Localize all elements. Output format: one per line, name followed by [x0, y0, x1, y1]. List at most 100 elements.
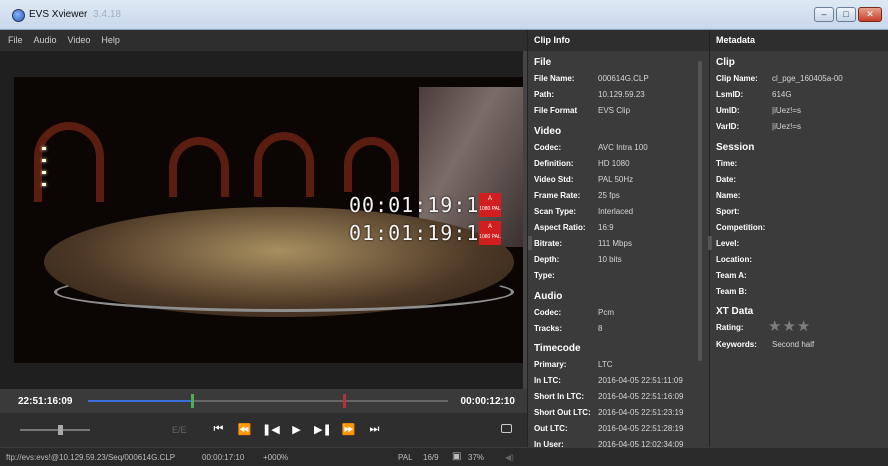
menu-video[interactable]: Video — [68, 30, 91, 51]
video-frame[interactable]: 00:01:19:12 01:01:19:12 A 1080 PAL A 108… — [14, 77, 523, 363]
status-bar: ftp://evs:evs!@10.129.59.23/Seq/000614G.… — [0, 447, 888, 466]
stage-light — [42, 171, 46, 174]
step-forward-icon[interactable]: ▶❚ — [314, 423, 332, 436]
team-b-label: Team B: — [716, 287, 747, 296]
transport-bar: E/E ⏮ ⏪ ❚◀ ▶ ▶❚ ⏩ ⏭ — [0, 413, 527, 447]
star-icon[interactable]: ★ — [782, 317, 796, 335]
depth-value: 10 bits — [598, 255, 622, 264]
clip-section-title: Clip — [716, 57, 735, 68]
status-aspect: 16/9 — [423, 453, 439, 462]
audio-section-title: Audio — [534, 291, 563, 302]
format-badge-2: A 1080 PAL — [479, 221, 501, 245]
mark-marker[interactable] — [343, 394, 346, 408]
audio-codec-label: Codec: — [534, 308, 562, 317]
sport-label: Sport: — [716, 207, 740, 216]
tracks-label: Tracks: — [534, 324, 563, 333]
fit-to-window-icon[interactable]: ▣ — [452, 451, 461, 462]
varid-label: VarID: — [716, 122, 740, 131]
codec-label: Codec: — [534, 143, 562, 152]
file-name-label: File Name: — [534, 74, 575, 83]
status-time: 00:00:17:10 — [202, 453, 245, 462]
bitrate-label: Bitrate: — [534, 239, 563, 248]
stage-light — [42, 147, 46, 150]
file-section-title: File — [534, 57, 552, 68]
window-title: EVS Xviewer 3.4.18 — [29, 9, 121, 20]
stage-arch-mid — [254, 132, 314, 197]
badge-letter: A — [487, 224, 492, 230]
type-label: Type: — [534, 271, 555, 280]
timecode-overlay-2: 01:01:19:12 — [349, 221, 493, 245]
aspect-ratio-value: 16:9 — [598, 223, 614, 232]
session-section-title: Session — [716, 142, 755, 153]
file-name-value: 000614G.CLP — [598, 74, 649, 83]
stage-light — [42, 183, 46, 186]
star-icon[interactable]: ★ — [797, 317, 811, 335]
clip-info-title: Clip Info — [528, 30, 709, 51]
codec-value: AVC Intra 100 — [598, 143, 648, 152]
short-out-ltc-label: Short Out LTC: — [534, 408, 591, 417]
scan-type-value: Interlaced — [598, 207, 634, 216]
badge-letter: A — [487, 196, 492, 202]
file-format-value: EVS Clip — [598, 106, 631, 115]
depth-label: Depth: — [534, 255, 560, 264]
playhead-handle[interactable] — [191, 394, 195, 408]
metadata-title: Metadata — [710, 30, 888, 51]
status-format: PAL — [398, 453, 413, 462]
definition-label: Definition: — [534, 159, 574, 168]
audio-mute-icon[interactable]: ◀) — [505, 453, 514, 462]
clip-duration: 00:00:12:10 — [460, 396, 515, 407]
clip-info-panel: Clip Info File File Name: 000614G.CLP Pa… — [527, 30, 709, 449]
fast-forward-icon[interactable]: ⏩ — [340, 423, 357, 436]
maximize-button[interactable]: □ — [836, 7, 856, 22]
path-value: 10.129.59.23 — [598, 90, 645, 99]
menu-bar: File Audio Video Help — [0, 30, 527, 51]
volume-slider[interactable] — [20, 425, 90, 435]
star-icon[interactable]: ★ — [768, 317, 782, 335]
timeline-played — [88, 400, 193, 402]
video-std-label: Video Std: — [534, 175, 574, 184]
team-a-label: Team A: — [716, 271, 747, 280]
out-ltc-value: 2016-04-05 22:51:28:19 — [598, 424, 684, 433]
menu-file[interactable]: File — [8, 30, 23, 51]
minimize-button[interactable]: – — [814, 7, 834, 22]
title-bar: EVS Xviewer 3.4.18 – □ ✕ — [0, 0, 888, 30]
play-icon[interactable]: ▶ — [288, 423, 305, 436]
app-name: EVS Xviewer — [29, 9, 88, 20]
rating-stars[interactable]: ★★★ — [768, 317, 811, 335]
rewind-icon[interactable]: ⏪ — [236, 423, 253, 436]
menu-help[interactable]: Help — [101, 30, 120, 51]
primary-label: Primary: — [534, 360, 567, 369]
metadata-panel: Metadata Clip Clip Name: cl_pge_160405a-… — [708, 30, 888, 447]
clip-info-splitter-grip[interactable] — [528, 236, 532, 250]
path-label: Path: — [534, 90, 554, 99]
volume-knob[interactable] — [58, 425, 63, 435]
timeline-track[interactable] — [88, 394, 448, 408]
clip-info-scrollbar[interactable] — [698, 61, 702, 361]
in-ltc-value: 2016-04-05 22:51:11:09 — [598, 376, 683, 385]
rating-label: Rating: — [716, 323, 744, 332]
frame-rate-value: 25 fps — [598, 191, 620, 200]
menu-audio[interactable]: Audio — [34, 30, 57, 51]
close-button[interactable]: ✕ — [858, 7, 882, 22]
go-to-end-icon[interactable]: ⏭ — [366, 423, 383, 436]
clip-name-value: cl_pge_160405a-00 — [772, 74, 843, 83]
current-timecode: 22:51:16:09 — [18, 396, 73, 407]
badge-format: 1080 PAL — [479, 234, 501, 240]
snapshot-camera-icon[interactable] — [501, 424, 512, 433]
app-logo-icon — [12, 9, 25, 22]
level-label: Level: — [716, 239, 740, 248]
definition-value: HD 1080 — [598, 159, 630, 168]
metadata-splitter-grip[interactable] — [708, 236, 712, 250]
timecode-overlay-1: 00:01:19:12 — [349, 193, 493, 217]
date-label: Date: — [716, 175, 737, 184]
transport-controls: ⏮ ⏪ ❚◀ ▶ ▶❚ ⏩ ⏭ — [210, 423, 383, 436]
step-back-icon[interactable]: ❚◀ — [262, 423, 280, 436]
stage-arch-mid-right — [344, 137, 399, 192]
audio-codec-value: Pcm — [598, 308, 614, 317]
stage-rim — [54, 272, 514, 312]
go-to-start-icon[interactable]: ⏮ — [210, 423, 227, 436]
primary-value: LTC — [598, 360, 613, 369]
badge-format: 1080 PAL — [479, 206, 501, 212]
ee-toggle[interactable]: E/E — [172, 425, 187, 435]
location-label: Location: — [716, 255, 752, 264]
